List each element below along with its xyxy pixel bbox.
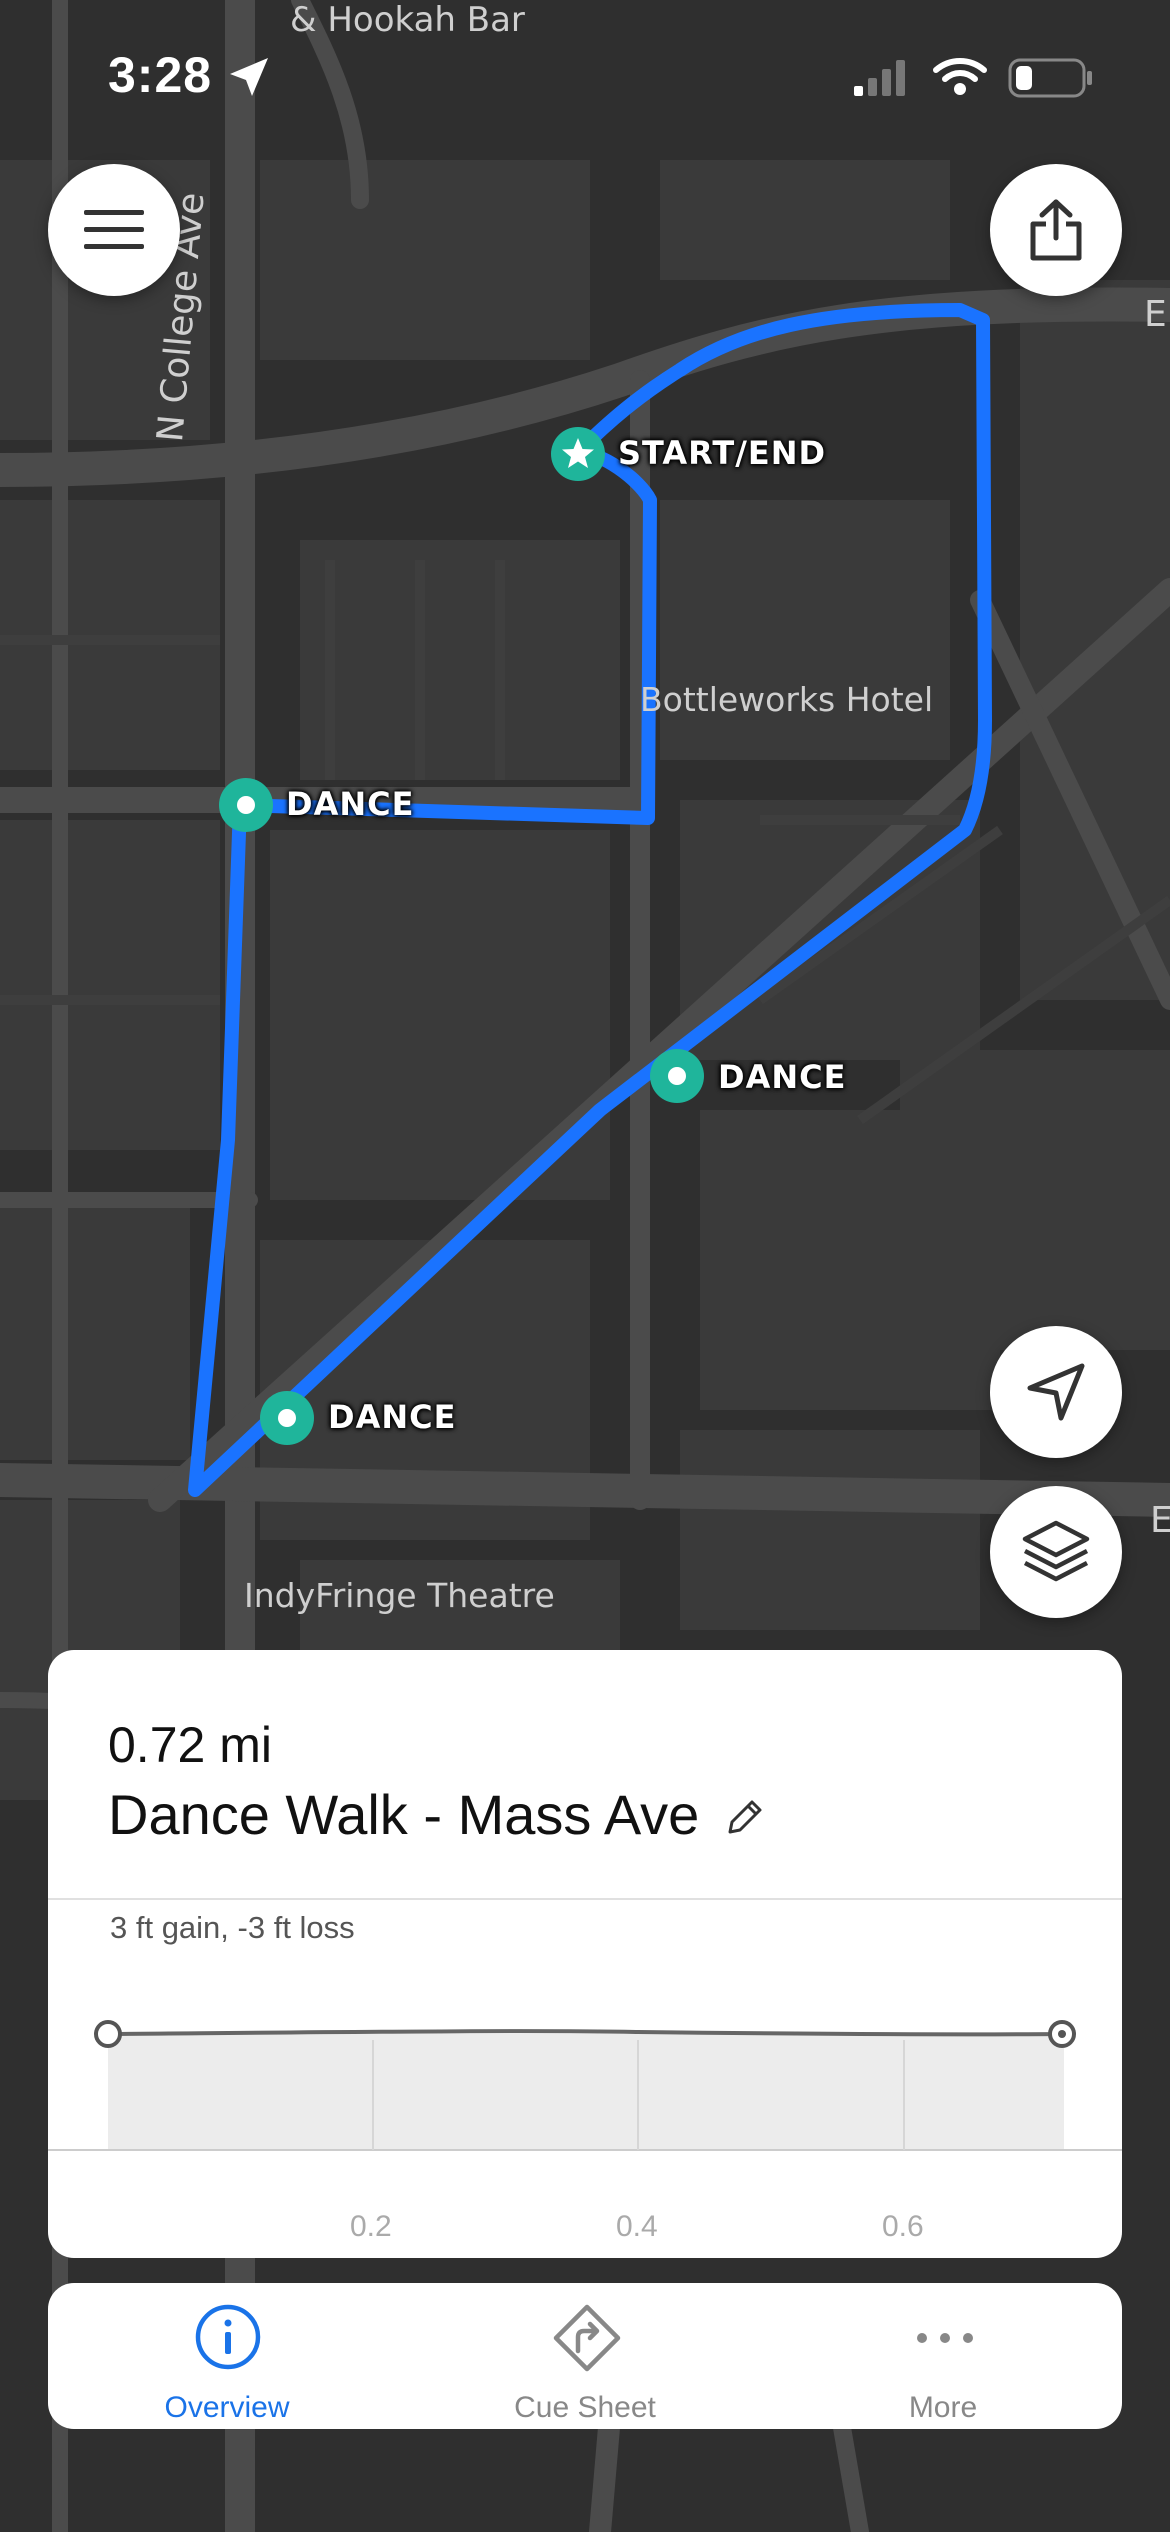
- layers-icon: [1022, 1520, 1090, 1582]
- start-end-pin[interactable]: [548, 424, 608, 484]
- card-divider: [48, 1898, 1122, 1900]
- elevation-line: [107, 2029, 1063, 2037]
- map-label-edge-2: E: [1150, 1500, 1170, 1541]
- tab-cue-sheet-label: Cue Sheet: [514, 2391, 656, 2424]
- pin-label-dance-3: DANCE: [328, 1398, 457, 1436]
- tab-overview-label: Overview: [164, 2391, 290, 2424]
- edit-pencil-icon[interactable]: [724, 1798, 764, 1838]
- tab-more-label: More: [908, 2391, 978, 2424]
- map-layers-button[interactable]: [990, 1486, 1122, 1618]
- map-label-theatre: IndyFringe Theatre: [244, 1576, 555, 1615]
- map-label-edge-1: E: [1144, 294, 1167, 335]
- dance-pin-3[interactable]: [257, 1388, 317, 1448]
- tab-cue-sheet[interactable]: Cue Sheet: [406, 2283, 764, 2429]
- share-button[interactable]: [990, 164, 1122, 296]
- x-tick-0-4: 0.4: [616, 2210, 658, 2243]
- location-arrow-icon: [230, 58, 268, 96]
- ellipsis-icon: [917, 2333, 973, 2343]
- x-tick-0-2: 0.2: [350, 2210, 392, 2243]
- tab-overview[interactable]: Overview: [48, 2283, 406, 2429]
- navigation-arrow-icon: [1027, 1363, 1085, 1421]
- hamburger-icon: [84, 210, 144, 249]
- tab-more[interactable]: More: [764, 2283, 1122, 2429]
- dance-pin-1[interactable]: [216, 775, 276, 835]
- cellular-signal-icon: [854, 60, 905, 96]
- route-distance: 0.72 mi: [108, 1717, 272, 1773]
- status-time: 3:28: [108, 47, 213, 103]
- pin-label-dance-1: DANCE: [286, 785, 415, 823]
- x-tick-0-6: 0.6: [882, 2210, 924, 2243]
- map-label-hotel: Bottleworks Hotel: [640, 680, 934, 719]
- elevation-chart[interactable]: [48, 1950, 1122, 2210]
- pin-label-start-end: START/END: [618, 434, 827, 472]
- pin-label-dance-2: DANCE: [718, 1058, 847, 1096]
- menu-button[interactable]: [48, 164, 180, 296]
- turn-sign-icon: [553, 2304, 621, 2372]
- battery-icon: [1008, 58, 1092, 98]
- route-name: Dance Walk - Mass Ave: [108, 1783, 700, 1846]
- dance-pin-2[interactable]: [647, 1046, 707, 1106]
- locate-me-button[interactable]: [990, 1326, 1122, 1458]
- route-summary-card[interactable]: 0.72 mi Dance Walk - Mass Ave 3 ft gain,…: [48, 1650, 1122, 2258]
- wifi-icon: [933, 58, 987, 95]
- bottom-tab-bar: Overview Cue Sheet More: [48, 2283, 1122, 2429]
- info-icon: [195, 2304, 261, 2370]
- elevation-start-handle: [94, 2020, 122, 2048]
- share-icon: [1030, 199, 1082, 261]
- status-bar: 3:28: [0, 0, 1170, 150]
- elevation-summary: 3 ft gain, -3 ft loss: [110, 1910, 355, 1945]
